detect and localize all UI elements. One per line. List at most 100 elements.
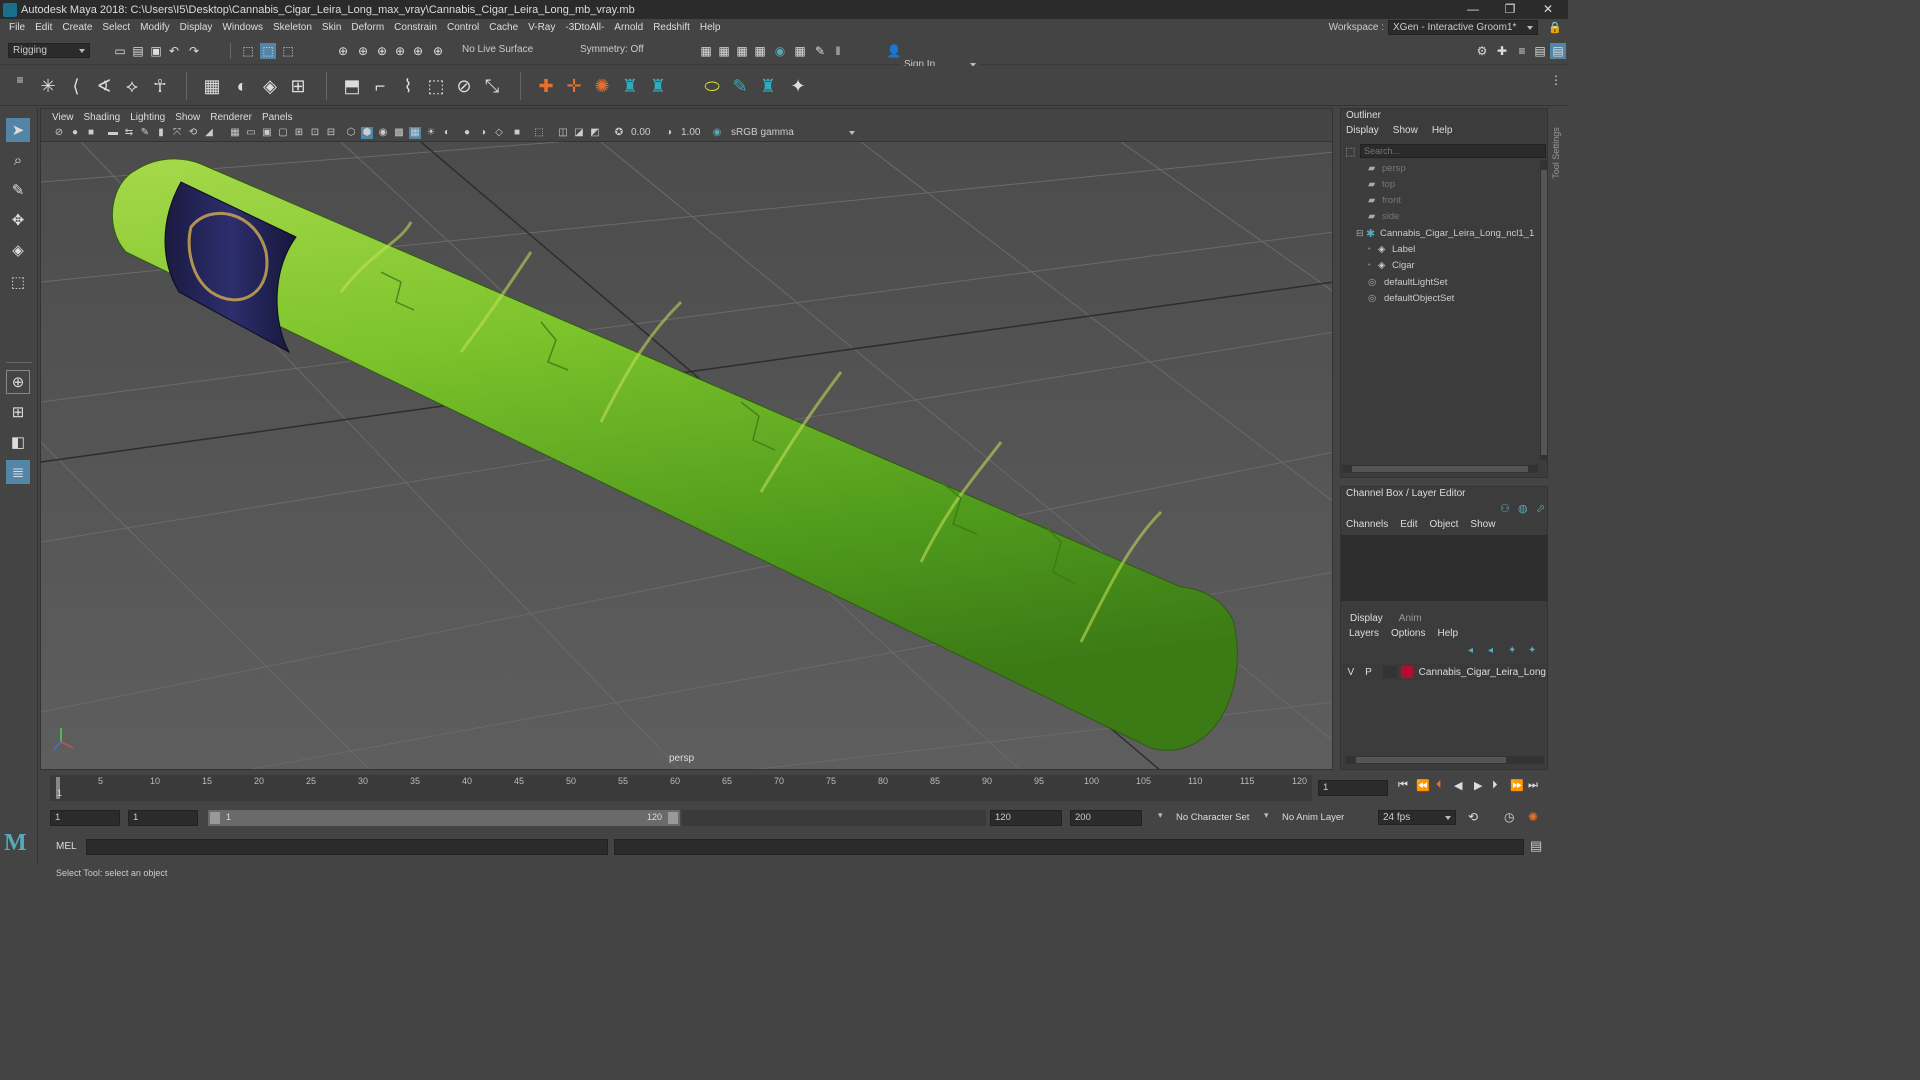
animation-preferences-icon[interactable]: ✺ (1528, 810, 1538, 824)
tab-anim[interactable]: Anim (1391, 612, 1430, 626)
scene-view[interactable] (41, 109, 1332, 769)
step-back-frame-icon[interactable]: ⏴ (1436, 779, 1442, 792)
shape-editor-icon[interactable]: ♜ (756, 74, 780, 98)
exposure-value[interactable]: 0.00 (631, 127, 650, 138)
collapse-icon[interactable]: ⊟ (1356, 228, 1366, 239)
resolution-gate-icon[interactable]: ▣ (261, 127, 273, 139)
blend-shape-icon[interactable]: ⬭ (700, 74, 724, 98)
smooth-shade-icon[interactable]: ⬢ (361, 127, 373, 139)
outliner-filter-icon[interactable]: ⬚ (1345, 145, 1355, 158)
playback-end-field[interactable]: 120 (990, 810, 1062, 826)
outliner-item-default-object-set[interactable]: ◎ defaultObjectSet (1342, 290, 1540, 306)
aim-constraint-icon[interactable]: ✺ (590, 74, 614, 98)
safe-action-icon[interactable]: ⊡ (309, 127, 321, 139)
new-scene-icon[interactable]: ▭ (112, 43, 128, 59)
rotate-tool-icon[interactable]: ◈ (6, 238, 30, 262)
step-forward-key-icon[interactable]: ⏩ (1510, 779, 1524, 792)
isolate-icon[interactable]: ⬚ (533, 127, 545, 139)
outliner-horizontal-scrollbar[interactable] (1342, 465, 1538, 473)
grid-icon[interactable]: ▦ (229, 127, 241, 139)
step-forward-frame-icon[interactable]: ⏵ (1492, 779, 1498, 792)
xray-joints-icon[interactable]: ◢ (203, 127, 215, 139)
snap-grid-icon[interactable]: ⊕ (335, 43, 351, 59)
bookmark-icon[interactable]: ■ (85, 127, 97, 139)
lattice-icon[interactable]: ⌐ (368, 74, 392, 98)
play-forwards-icon[interactable]: ▶ (1474, 779, 1482, 792)
channel-box-icon[interactable]: ▤ (1550, 43, 1566, 59)
scale-tool-icon[interactable]: ⬚ (6, 270, 30, 294)
exposure-reset-icon[interactable]: ✪ (613, 127, 625, 139)
select-tool-icon[interactable]: ➤ (6, 118, 30, 142)
soft-mod-icon[interactable]: ⬚ (424, 74, 448, 98)
outliner-item-label-mesh[interactable]: • ◈ Label (1342, 241, 1540, 257)
ik-handle-icon[interactable]: ⟨ (64, 74, 88, 98)
color-management-icon[interactable]: ◉ (711, 127, 723, 139)
gamma-toggle-icon[interactable]: ◪ (573, 127, 585, 139)
character-set-field[interactable]: No Character Set (1176, 812, 1249, 823)
parent-constraint-icon[interactable]: ♜ (646, 74, 670, 98)
menu-control[interactable]: Control (442, 22, 484, 33)
range-slider[interactable]: 1 120 (208, 810, 680, 826)
bookmark-view-icon[interactable]: ▮ (155, 127, 167, 139)
layer-scrollbar[interactable] (1346, 756, 1544, 764)
render-current-icon[interactable]: ▦ (698, 43, 714, 59)
outliner-menu-show[interactable]: Show (1393, 125, 1418, 136)
four-view-icon[interactable]: ⊞ (6, 400, 30, 424)
anim-layer-dropdown-arrow[interactable]: ▾ (1264, 810, 1269, 821)
snap-view-icon[interactable]: ⊕ (392, 43, 408, 59)
outliner-vertical-scrollbar[interactable] (1540, 160, 1548, 460)
depth-of-field-icon[interactable]: ◇ (493, 127, 505, 139)
playback-start-field[interactable]: 1 (128, 810, 198, 826)
menu-3dtoall[interactable]: -3DtoAll- (560, 22, 609, 33)
viewport-menu-panels[interactable]: Panels (257, 112, 298, 123)
symmetry-field[interactable]: Symmetry: Off (580, 44, 644, 55)
grease-pencil-icon[interactable]: ✎ (139, 127, 151, 139)
safe-title-icon[interactable]: ⊟ (325, 127, 337, 139)
paint-select-icon[interactable]: ✎ (6, 178, 30, 202)
menu-help[interactable]: Help (695, 22, 726, 33)
tab-display[interactable]: Display (1342, 612, 1391, 626)
menu-modify[interactable]: Modify (135, 22, 174, 33)
vray-render-icon[interactable]: ◉ (772, 43, 788, 59)
range-end-handle[interactable] (668, 812, 678, 824)
interactive-bind-icon[interactable]: ◈ (258, 74, 282, 98)
select-camera-icon[interactable]: ⊘ (53, 127, 65, 139)
viewport-menu-renderer[interactable]: Renderer (205, 112, 257, 123)
film-gate-icon[interactable]: ▭ (245, 127, 257, 139)
outliner-item-cigar-group[interactable]: ⊟ ✱ Cannabis_Cigar_Leira_Long_ncl1_1 (1342, 225, 1540, 241)
cluster-icon[interactable]: ⬒ (340, 74, 364, 98)
menuset-dropdown[interactable]: Rigging (8, 43, 90, 58)
humanik-icon[interactable]: ☥ (148, 74, 172, 98)
channel-menu-show[interactable]: Show (1470, 519, 1495, 530)
layer-menu-layers[interactable]: Layers (1349, 628, 1379, 639)
single-perspective-icon[interactable]: ⊕ (6, 370, 30, 394)
xray-icon[interactable]: ⟲ (187, 127, 199, 139)
wire-icon[interactable]: ⌇ (396, 74, 420, 98)
character-set-dropdown-arrow[interactable]: ▾ (1158, 810, 1163, 821)
channel-menu-object[interactable]: Object (1430, 519, 1459, 530)
fps-dropdown[interactable]: 24 fps (1378, 810, 1456, 825)
menu-arnold[interactable]: Arnold (609, 22, 648, 33)
outliner-item-top[interactable]: ▰ top (1342, 176, 1540, 192)
snap-surface-icon[interactable]: ⊕ (410, 43, 426, 59)
play-backwards-icon[interactable]: ◀ (1454, 779, 1462, 792)
select-object-icon[interactable]: ⬚ (260, 43, 276, 59)
script-editor-icon[interactable]: ▤ (1530, 838, 1542, 854)
go-to-start-icon[interactable]: ⏮ (1398, 779, 1408, 792)
locator-icon[interactable]: ✚ (534, 74, 558, 98)
end-time-field[interactable]: 200 (1070, 810, 1142, 826)
close-button[interactable]: ✕ (1530, 0, 1566, 19)
undo-icon[interactable]: ↶ (166, 43, 182, 59)
layer-row[interactable]: V P Cannabis_Cigar_Leira_Long (1342, 663, 1546, 681)
menu-file[interactable]: File (4, 22, 30, 33)
layer-move-up-icon[interactable]: ◂ (1468, 645, 1473, 656)
hypershade-icon[interactable]: ▦ (752, 43, 768, 59)
outliner-search-input[interactable] (1360, 144, 1546, 158)
viewport-menu-lighting[interactable]: Lighting (125, 112, 170, 123)
layer-color-swatch[interactable] (1400, 666, 1413, 678)
restore-button[interactable]: ❐ (1492, 0, 1528, 19)
outliner-item-persp[interactable]: ▰ persp (1342, 160, 1540, 176)
gamma-reset-icon[interactable]: ◑ (663, 127, 675, 139)
layer-playback-toggle[interactable]: P (1360, 667, 1378, 678)
command-input[interactable] (86, 839, 608, 855)
